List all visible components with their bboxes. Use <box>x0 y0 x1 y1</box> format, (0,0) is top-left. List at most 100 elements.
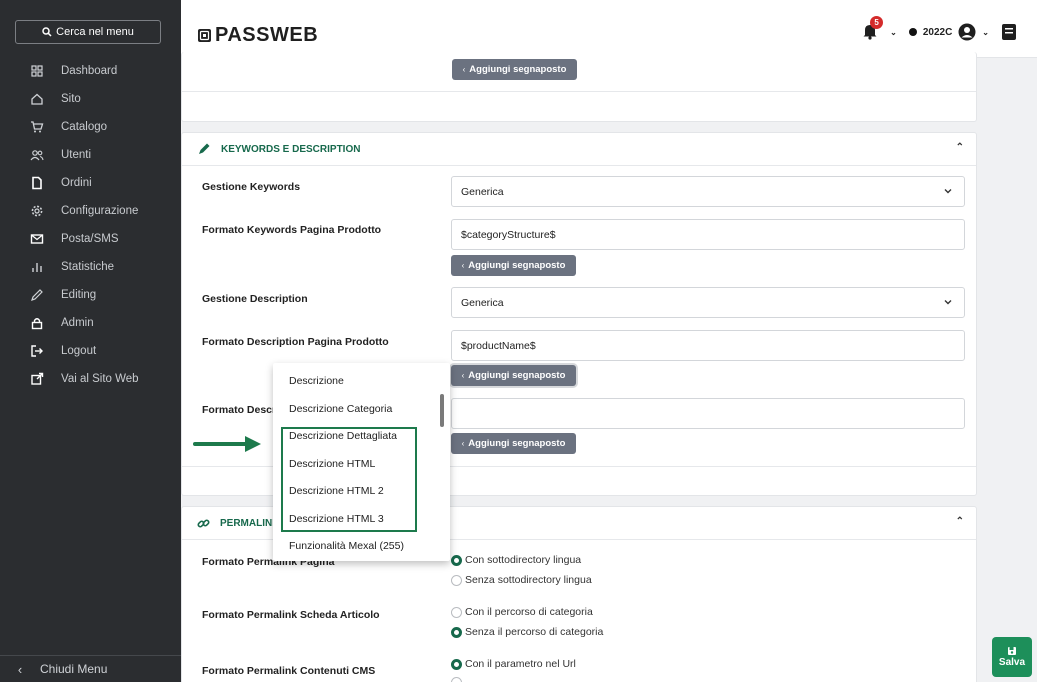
dropdown-scrollbar[interactable] <box>440 394 444 427</box>
chevron-left-icon: ‹ <box>461 439 465 448</box>
menu-search-button[interactable]: Cerca nel menu <box>15 20 161 44</box>
save-button[interactable]: Salva <box>992 637 1032 677</box>
sidebar-item-admin[interactable]: Admin <box>0 309 181 337</box>
sidebar-item-utenti[interactable]: Utenti <box>0 141 181 169</box>
radio-option[interactable]: Con il parametro nel Url <box>451 658 576 670</box>
sidebar-nav: Dashboard Sito Catalogo Utenti Ordini Co… <box>0 57 181 393</box>
chevron-left-icon: ‹ <box>461 371 465 380</box>
sidebar-item-label: Configurazione <box>61 205 139 217</box>
gestione-keywords-select[interactable]: Generica <box>451 176 965 207</box>
chevron-left-icon: ‹ <box>17 661 23 677</box>
add-placeholder-button[interactable]: ‹ Aggiungi segnaposto <box>451 255 576 276</box>
chevron-down-icon[interactable]: ⌄ <box>890 28 897 37</box>
formato-description-value: $productName$ <box>461 339 536 352</box>
sidebar-item-catalogo[interactable]: Catalogo <box>0 113 181 141</box>
sidebar-item-editing[interactable]: Editing <box>0 281 181 309</box>
sidebar-item-label: Ordini <box>61 177 92 189</box>
year-label[interactable]: 2022C <box>923 27 952 38</box>
gestione-description-select[interactable]: Generica <box>451 287 965 318</box>
logout-icon <box>31 345 43 357</box>
sidebar-item-vai-al-sito[interactable]: Vai al Sito Web <box>0 365 181 393</box>
formato-description-categoria-input[interactable] <box>451 398 965 429</box>
notifications-badge: 5 <box>870 16 884 29</box>
sidebar-item-logout[interactable]: Logout <box>0 337 181 365</box>
stats-icon <box>32 263 42 272</box>
radio-checked-icon[interactable] <box>451 554 462 566</box>
radio-label: Senza il percorso di categoria <box>465 626 604 638</box>
permalink-scheda-label: Formato Permalink Scheda Articolo <box>202 609 380 621</box>
radio-option[interactable]: Senza il percorso di categoria <box>451 626 603 638</box>
book-icon[interactable] <box>1001 23 1017 41</box>
chevron-down-icon[interactable]: ⌄ <box>982 28 989 37</box>
formato-keywords-input[interactable]: $categoryStructure$ <box>451 219 965 250</box>
sidebar-item-statistiche[interactable]: Statistiche <box>0 253 181 281</box>
formato-description-input[interactable]: $productName$ <box>451 330 965 361</box>
sidebar-item-ordini[interactable]: Ordini <box>0 169 181 197</box>
formato-keywords-label: Formato Keywords Pagina Prodotto <box>202 224 382 236</box>
external-link-icon <box>31 372 44 385</box>
formato-description-categoria-label: Formato Descri <box>202 404 280 416</box>
add-placeholder-label: Aggiungi segnaposto <box>468 260 566 271</box>
dashboard-icon <box>31 65 43 77</box>
sidebar-item-label: Posta/SMS <box>61 233 119 245</box>
pencil-icon <box>31 289 43 301</box>
radio-unchecked-icon[interactable] <box>451 574 462 586</box>
close-menu-button[interactable]: ‹ Chiudi Menu <box>0 655 181 682</box>
chevron-up-icon[interactable]: ⌃ <box>956 142 964 153</box>
keywords-section-title: KEYWORDS E DESCRIPTION <box>221 143 361 155</box>
sidebar-item-label: Statistiche <box>61 261 115 273</box>
sidebar-item-sito[interactable]: Sito <box>0 85 181 113</box>
dropdown-item[interactable]: Descrizione Categoria <box>289 403 392 415</box>
document-icon <box>32 176 42 190</box>
sidebar-item-label: Sito <box>61 93 81 105</box>
sidebar-item-label: Editing <box>61 289 97 301</box>
search-icon <box>42 27 52 37</box>
radio-label: Senza sottodirectory lingua <box>465 574 592 586</box>
mail-icon <box>30 234 44 244</box>
radio-unchecked-icon[interactable] <box>451 606 462 618</box>
pen-icon <box>199 143 210 154</box>
gear-icon <box>31 205 43 217</box>
add-placeholder-button[interactable]: ‹ Aggiungi segnaposto <box>451 433 576 454</box>
menu-search-label: Cerca nel menu <box>56 26 134 38</box>
formato-description-label: Formato Description Pagina Prodotto <box>202 336 389 348</box>
logo[interactable]: PASSWEB <box>197 24 318 47</box>
annotation-highlight-box <box>281 427 417 532</box>
status-dot-icon <box>908 28 917 36</box>
dropdown-item[interactable]: Funzionalità Mexal (255) <box>289 540 404 552</box>
radio-label: Con sottodirectory lingua <box>465 554 582 566</box>
add-placeholder-label: Aggiungi segnaposto <box>468 438 566 449</box>
sidebar-item-label: Admin <box>61 317 94 329</box>
chevron-down-icon <box>944 189 952 194</box>
chevron-left-icon: ‹ <box>461 261 465 270</box>
sidebar-item-posta-sms[interactable]: Posta/SMS <box>0 225 181 253</box>
save-label: Salva <box>998 657 1026 668</box>
permalink-cms-label: Formato Permalink Contenuti CMS <box>202 665 376 677</box>
add-placeholder-button[interactable]: ‹ Aggiungi segnaposto <box>451 365 576 386</box>
sidebar-item-label: Catalogo <box>61 121 108 133</box>
annotation-arrow-icon <box>193 436 261 452</box>
floppy-disk-icon <box>1008 647 1016 655</box>
radio-label: Con il parametro nel Url <box>465 658 576 670</box>
gestione-keywords-value: Generica <box>461 185 504 198</box>
dropdown-item[interactable]: Descrizione <box>289 375 344 387</box>
chevron-left-icon: ‹ <box>462 65 466 74</box>
radio-option[interactable]: Con sottodirectory lingua <box>451 554 581 566</box>
gestione-description-label: Gestione Description <box>202 293 308 305</box>
add-placeholder-label: Aggiungi segnaposto <box>469 64 567 75</box>
home-icon <box>31 93 43 105</box>
user-avatar-icon[interactable] <box>958 23 976 41</box>
chevron-up-icon[interactable]: ⌃ <box>956 516 964 527</box>
radio-option[interactable]: Senza sottodirectory lingua <box>451 574 592 586</box>
formato-keywords-value: $categoryStructure$ <box>461 228 556 241</box>
chevron-down-icon <box>944 300 952 305</box>
keywords-card-header[interactable]: KEYWORDS E DESCRIPTION ⌃ <box>182 133 976 166</box>
sidebar-item-dashboard[interactable]: Dashboard <box>0 57 181 85</box>
notifications-button[interactable]: 5 <box>862 16 884 42</box>
add-placeholder-button[interactable]: ‹ Aggiungi segnaposto <box>452 59 577 80</box>
sidebar-item-configurazione[interactable]: Configurazione <box>0 197 181 225</box>
radio-label: Con il percorso di categoria <box>465 606 593 618</box>
radio-checked-icon[interactable] <box>451 658 462 670</box>
radio-option[interactable]: Con il percorso di categoria <box>451 606 593 618</box>
radio-checked-icon[interactable] <box>451 626 462 638</box>
